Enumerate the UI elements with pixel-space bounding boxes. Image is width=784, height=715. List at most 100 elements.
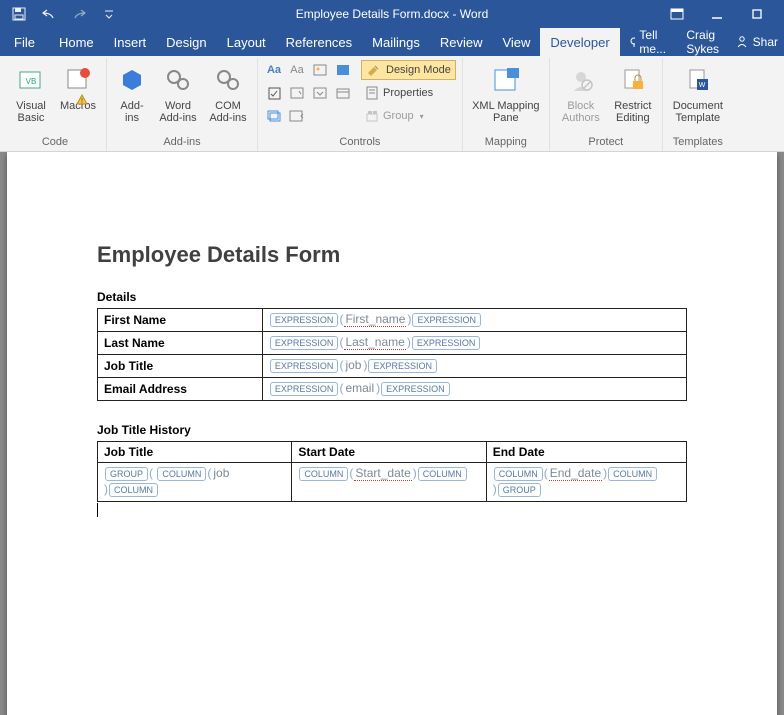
row-label: Job Title <box>98 355 263 378</box>
table-row: Last Name EXPRESSION(Last_name)EXPRESSIO… <box>98 332 687 355</box>
word-addins-button[interactable]: WordAdd-ins <box>155 60 201 124</box>
group-tag-close: GROUP <box>498 483 541 497</box>
col-header: End Date <box>486 442 686 463</box>
row-value[interactable]: EXPRESSION(First_name)EXPRESSION <box>262 309 686 332</box>
ribbon-display-icon[interactable] <box>668 5 686 23</box>
tab-view[interactable]: View <box>492 28 540 56</box>
addins-icon <box>119 67 145 93</box>
dropdown-control-button[interactable] <box>310 83 330 103</box>
template-label: DocumentTemplate <box>673 100 723 124</box>
design-mode-label: Design Mode <box>386 64 451 76</box>
row-value[interactable]: EXPRESSION(job)EXPRESSION <box>262 355 686 378</box>
field-text[interactable]: End_date <box>549 466 602 481</box>
gears-icon <box>164 67 192 93</box>
addins-button[interactable]: Add-ins <box>113 60 151 124</box>
macros-icon <box>64 66 92 94</box>
xml-mapping-label: XML MappingPane <box>472 100 539 124</box>
tab-home[interactable]: Home <box>49 28 104 56</box>
undo-icon[interactable] <box>38 3 60 25</box>
table-row: Job Title Start Date End Date <box>98 442 687 463</box>
column-tag-close: COLUMN <box>418 467 467 481</box>
checkbox-control-button[interactable] <box>264 83 284 103</box>
field-text[interactable]: job <box>344 358 362 372</box>
macros-button[interactable]: ! Macros <box>56 60 100 112</box>
maximize-icon[interactable] <box>748 5 766 23</box>
row-value[interactable]: EXPRESSION(email)EXPRESSION <box>262 378 686 401</box>
document-template-button[interactable]: W DocumentTemplate <box>669 60 727 124</box>
redo-icon[interactable] <box>68 3 90 25</box>
group-button[interactable]: Group ▾ <box>361 106 456 126</box>
ribbon-group-code: VB VisualBasic ! Macros Code <box>4 58 107 151</box>
building-block-control-button[interactable] <box>333 60 353 80</box>
document-area[interactable]: Employee Details Form Details First Name… <box>0 152 784 715</box>
xml-icon <box>491 66 521 94</box>
tab-review[interactable]: Review <box>430 28 493 56</box>
qat-customize-icon[interactable] <box>98 3 120 25</box>
col-header: Job Title <box>98 442 292 463</box>
expr-tag-open: EXPRESSION <box>270 359 339 373</box>
expr-tag-close: EXPRESSION <box>381 382 450 396</box>
ribbon-group-protect: BlockAuthors RestrictEditing Protect <box>550 58 663 151</box>
field-text[interactable]: First_name <box>344 312 406 327</box>
column-tag-close: COLUMN <box>109 483 158 497</box>
ribbon-group-addins: Add-ins WordAdd-ins COMAdd-ins Add-ins <box>107 58 258 151</box>
group-label-protect: Protect <box>588 133 623 151</box>
svg-text:W: W <box>699 82 706 89</box>
tab-developer[interactable]: Developer <box>540 28 619 56</box>
visual-basic-button[interactable]: VB VisualBasic <box>10 60 52 124</box>
tab-mailings[interactable]: Mailings <box>362 28 430 56</box>
title-bar: Employee Details Form.docx - Word <box>0 0 784 28</box>
properties-icon <box>365 86 379 100</box>
row-value[interactable]: EXPRESSION(Last_name)EXPRESSION <box>262 332 686 355</box>
share-button[interactable]: Shar <box>729 28 784 56</box>
addins-label: Add-ins <box>120 100 143 124</box>
hist-cell[interactable]: COLUMN(End_date)COLUMN )GROUP <box>486 463 686 502</box>
expr-tag-open: EXPRESSION <box>270 336 339 350</box>
user-name[interactable]: Craig Sykes <box>678 28 728 56</box>
xml-mapping-button[interactable]: XML MappingPane <box>469 60 543 124</box>
block-icon <box>568 67 594 93</box>
block-authors-button[interactable]: BlockAuthors <box>556 60 606 124</box>
field-text[interactable]: job <box>212 466 230 480</box>
field-text[interactable]: Start_date <box>354 466 411 481</box>
tab-references[interactable]: References <box>276 28 362 56</box>
restrict-label: RestrictEditing <box>614 100 651 124</box>
picture-control-button[interactable] <box>310 60 330 80</box>
group-label-code: Code <box>42 133 68 151</box>
ribbon-group-controls: Aa Aa Design <box>258 58 463 151</box>
rich-text-control-button[interactable]: Aa <box>264 60 284 80</box>
page: Employee Details Form Details First Name… <box>7 152 777 715</box>
tab-design[interactable]: Design <box>156 28 216 56</box>
doc-title: Employee Details Form <box>97 242 687 268</box>
row-label: Last Name <box>98 332 263 355</box>
field-text[interactable]: email <box>344 381 375 395</box>
expr-tag-close: EXPRESSION <box>412 313 481 327</box>
column-tag-open: COLUMN <box>157 467 206 481</box>
group-tag-open: GROUP <box>105 467 148 481</box>
tab-layout[interactable]: Layout <box>217 28 276 56</box>
restrict-editing-button[interactable]: RestrictEditing <box>610 60 656 124</box>
hist-cell[interactable]: COLUMN(Start_date)COLUMN <box>292 463 486 502</box>
properties-button[interactable]: Properties <box>361 83 456 103</box>
word-addins-label: WordAdd-ins <box>159 100 196 124</box>
legacy-tools-button[interactable] <box>287 106 307 126</box>
design-mode-button[interactable]: Design Mode <box>361 60 456 80</box>
plain-text-control-button[interactable]: Aa <box>287 60 307 80</box>
tab-insert[interactable]: Insert <box>104 28 157 56</box>
com-addins-button[interactable]: COMAdd-ins <box>205 60 251 124</box>
save-icon[interactable] <box>8 3 30 25</box>
combobox-control-button[interactable] <box>287 83 307 103</box>
design-mode-icon <box>366 63 382 77</box>
ribbon-group-templates: W DocumentTemplate Templates <box>663 58 733 151</box>
tab-file[interactable]: File <box>0 28 49 56</box>
text-cursor <box>97 503 98 517</box>
hist-cell[interactable]: GROUP( COLUMN(job )COLUMN <box>98 463 292 502</box>
share-label: Shar <box>753 35 778 49</box>
date-control-button[interactable] <box>333 83 353 103</box>
group-label-addins: Add-ins <box>163 133 200 151</box>
minimize-icon[interactable] <box>708 5 726 23</box>
tell-me-search[interactable]: Tell me... <box>620 28 679 56</box>
repeating-control-button[interactable] <box>264 106 284 126</box>
field-text[interactable]: Last_name <box>344 335 405 350</box>
share-icon <box>735 35 749 49</box>
